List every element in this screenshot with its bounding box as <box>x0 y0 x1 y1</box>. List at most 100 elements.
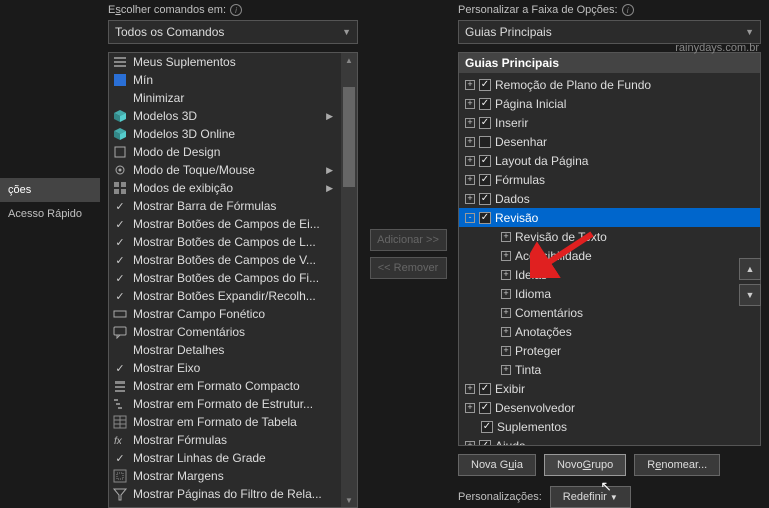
tree-row[interactable]: +Comentários <box>459 303 760 322</box>
tree-row[interactable]: +✓Inserir <box>459 113 760 132</box>
tree-row[interactable]: +Revisão de Texto <box>459 227 760 246</box>
commands-list[interactable]: Meus SuplementosMínMinimizarModelos 3D▶M… <box>108 52 358 508</box>
tree-row[interactable]: +Acessibilidade <box>459 246 760 265</box>
tree-row[interactable]: +Proteger <box>459 341 760 360</box>
command-label: Mostrar Botões de Campos de Ei... <box>133 217 320 231</box>
expand-icon[interactable]: + <box>465 403 475 413</box>
tree-row[interactable]: +Tinta <box>459 360 760 379</box>
remove-button[interactable]: << Remover <box>370 257 447 279</box>
command-item[interactable]: ✓Mostrar Botões de Campos de Ei... <box>109 215 341 233</box>
scroll-thumb[interactable] <box>343 87 355 187</box>
command-item[interactable]: Mostrar em Formato de Estrutur... <box>109 395 341 413</box>
expand-icon[interactable]: + <box>501 308 511 318</box>
add-button[interactable]: Adicionar >> <box>370 229 447 251</box>
tree-row[interactable]: +Desenhar <box>459 132 760 151</box>
command-item[interactable]: ✓Mostrar Régua <box>109 503 341 507</box>
command-item[interactable]: Mostrar Detalhes <box>109 341 341 359</box>
tree-row[interactable]: +✓Dados <box>459 189 760 208</box>
command-item[interactable]: Mostrar em Formato Compacto <box>109 377 341 395</box>
checkbox[interactable]: ✓ <box>479 212 491 224</box>
expand-icon[interactable]: + <box>465 137 475 147</box>
command-label: Mostrar Botões de Campos de V... <box>133 253 316 267</box>
expand-icon[interactable]: + <box>501 346 511 356</box>
checkbox[interactable]: ✓ <box>481 421 493 433</box>
tree-row[interactable]: +✓Desenvolvedor <box>459 398 760 417</box>
tree-row[interactable]: -✓Revisão <box>459 208 760 227</box>
move-down-button[interactable]: ▼ <box>739 284 761 306</box>
command-item[interactable]: Modelos 3D▶ <box>109 107 341 125</box>
reset-dropdown[interactable]: Redefinir ▼ <box>550 486 631 508</box>
tree-row[interactable]: +✓Layout da Página <box>459 151 760 170</box>
checkbox[interactable] <box>479 136 491 148</box>
expand-icon[interactable]: + <box>465 99 475 109</box>
command-item[interactable]: fxMostrar Fórmulas <box>109 431 341 449</box>
expand-icon[interactable]: + <box>501 251 511 261</box>
expand-icon[interactable]: + <box>465 80 475 90</box>
chevron-down-icon: ▼ <box>342 27 351 37</box>
tree-row[interactable]: +Ideias <box>459 265 760 284</box>
command-item[interactable]: Mostrar em Formato de Tabela <box>109 413 341 431</box>
tree-row[interactable]: +✓Fórmulas <box>459 170 760 189</box>
scroll-down-btn[interactable]: ▼ <box>341 493 357 507</box>
command-item[interactable]: ✓Mostrar Botões de Campos de V... <box>109 251 341 269</box>
move-up-button[interactable]: ▲ <box>739 258 761 280</box>
checkbox[interactable]: ✓ <box>479 440 491 447</box>
tree-row[interactable]: ✓ Suplementos <box>459 417 760 436</box>
new-tab-button[interactable]: Nova Guia <box>458 454 536 476</box>
command-item[interactable]: ✓Mostrar Botões Expandir/Recolh... <box>109 287 341 305</box>
command-item[interactable]: Meus Suplementos <box>109 53 341 71</box>
command-item[interactable]: ✓Mostrar Linhas de Grade <box>109 449 341 467</box>
ribbon-tree[interactable]: Guias Principais +✓Remoção de Plano de F… <box>458 52 761 446</box>
tree-row[interactable]: +Anotações <box>459 322 760 341</box>
rename-button[interactable]: Renomear... <box>634 454 720 476</box>
command-item[interactable]: Modo de Toque/Mouse▶ <box>109 161 341 179</box>
tree-label: Suplementos <box>497 420 567 434</box>
expand-icon[interactable]: + <box>465 194 475 204</box>
command-item[interactable]: Mostrar Comentários <box>109 323 341 341</box>
customize-ribbon-dropdown[interactable]: Guias Principais ▼ <box>458 20 761 44</box>
expand-icon[interactable]: + <box>501 365 511 375</box>
choose-commands-dropdown[interactable]: Todos os Comandos ▼ <box>108 20 358 44</box>
checkbox[interactable]: ✓ <box>479 383 491 395</box>
command-item[interactable]: Modelos 3D Online <box>109 125 341 143</box>
command-item[interactable]: Modos de exibição▶ <box>109 179 341 197</box>
expand-icon[interactable]: + <box>465 441 475 447</box>
command-item[interactable]: Mín <box>109 71 341 89</box>
expand-icon[interactable]: + <box>501 232 511 242</box>
command-item[interactable]: ✓Mostrar Barra de Fórmulas <box>109 197 341 215</box>
command-item[interactable]: ✓Mostrar Botões de Campos de L... <box>109 233 341 251</box>
checkbox[interactable]: ✓ <box>479 174 491 186</box>
collapse-icon[interactable]: - <box>465 213 475 223</box>
command-item[interactable]: ✓Mostrar Eixo <box>109 359 341 377</box>
rail-item-active[interactable]: ções <box>0 178 100 202</box>
scroll-up-btn[interactable]: ▲ <box>341 53 357 67</box>
checkbox[interactable]: ✓ <box>479 117 491 129</box>
tree-row[interactable]: +✓Exibir <box>459 379 760 398</box>
expand-icon[interactable]: + <box>465 156 475 166</box>
command-item[interactable]: ✓Mostrar Botões de Campos do Fi... <box>109 269 341 287</box>
tree-row[interactable]: +✓Ajuda <box>459 436 760 446</box>
command-item[interactable]: Mostrar Margens <box>109 467 341 485</box>
checkbox[interactable]: ✓ <box>479 402 491 414</box>
tree-row[interactable]: +✓Remoção de Plano de Fundo <box>459 75 760 94</box>
checkbox[interactable]: ✓ <box>479 193 491 205</box>
new-group-button[interactable]: Novo Grupo <box>544 454 626 476</box>
expand-icon[interactable]: + <box>465 175 475 185</box>
command-item[interactable]: Modo de Design <box>109 143 341 161</box>
tree-row[interactable]: +Idioma <box>459 284 760 303</box>
checkbox[interactable]: ✓ <box>479 79 491 91</box>
command-item[interactable]: Minimizar <box>109 89 341 107</box>
command-item[interactable]: Mostrar Páginas do Filtro de Rela... <box>109 485 341 503</box>
expand-icon[interactable]: + <box>501 327 511 337</box>
expand-icon[interactable]: + <box>465 384 475 394</box>
scrollbar[interactable]: ▲ ▼ <box>341 53 357 507</box>
expand-icon[interactable]: + <box>465 118 475 128</box>
command-item[interactable]: Mostrar Campo Fonético <box>109 305 341 323</box>
command-label: Mostrar Fórmulas <box>133 433 227 447</box>
rail-item[interactable]: Acesso Rápido <box>0 202 100 226</box>
checkbox[interactable]: ✓ <box>479 98 491 110</box>
expand-icon[interactable]: + <box>501 289 511 299</box>
checkbox[interactable]: ✓ <box>479 155 491 167</box>
expand-icon[interactable]: + <box>501 270 511 280</box>
tree-row[interactable]: +✓Página Inicial <box>459 94 760 113</box>
